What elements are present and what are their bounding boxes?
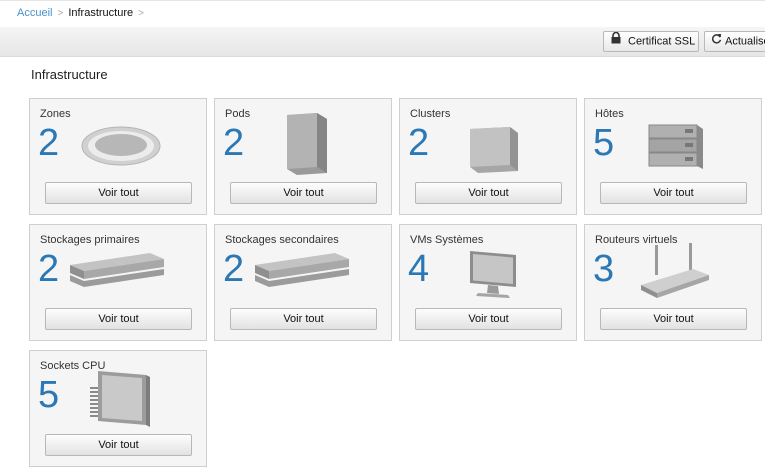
card-secondary-storage: Stockages secondaires 2 Voir tout xyxy=(214,224,392,341)
view-all-button[interactable]: Voir tout xyxy=(415,182,562,204)
cluster-icon xyxy=(464,123,522,180)
card-hosts: Hôtes 5 Voir tout xyxy=(584,98,762,215)
card-label: Clusters xyxy=(410,108,451,120)
card-label: Sockets CPU xyxy=(40,360,106,372)
view-all-button[interactable]: Voir tout xyxy=(45,308,192,330)
card-label: Zones xyxy=(40,108,71,120)
breadcrumb-home-link[interactable]: Accueil xyxy=(17,7,52,19)
lock-icon xyxy=(610,31,622,51)
card-system-vms: VMs Systèmes 4 Voir tout xyxy=(399,224,577,341)
host-icon xyxy=(645,121,707,178)
pod-icon xyxy=(283,111,333,182)
card-count: 5 xyxy=(38,374,60,416)
view-all-button[interactable]: Voir tout xyxy=(45,434,192,456)
zone-icon xyxy=(80,125,162,172)
breadcrumb-separator: > xyxy=(57,8,64,19)
card-cpu-sockets: 5 Sockets CPU Voir tout xyxy=(29,350,207,467)
card-count: 5 xyxy=(593,122,615,164)
card-label: Hôtes xyxy=(595,108,624,120)
card-count: 2 xyxy=(38,248,60,290)
card-primary-storage: Stockages primaires 2 Voir tout xyxy=(29,224,207,341)
view-all-button[interactable]: Voir tout xyxy=(230,182,377,204)
card-count: 2 xyxy=(223,248,245,290)
ssl-certificate-label: Certificat SSL xyxy=(628,35,696,48)
refresh-button[interactable]: Actualiser xyxy=(704,31,765,52)
refresh-icon xyxy=(711,32,722,51)
toolbar: Certificat SSL Actualiser xyxy=(0,27,765,57)
card-count: 2 xyxy=(408,122,430,164)
page-title: Infrastructure xyxy=(31,67,108,82)
card-label: Pods xyxy=(225,108,251,120)
ssl-certificate-button[interactable]: Certificat SSL xyxy=(603,31,699,52)
card-zones: Zones 2 Voir tout xyxy=(29,98,207,215)
secondary-storage-icon xyxy=(251,249,351,294)
card-label: Stockages primaires xyxy=(40,234,140,246)
card-clusters: Clusters 2 Voir tout xyxy=(399,98,577,215)
primary-storage-icon xyxy=(66,249,166,294)
card-count: 2 xyxy=(223,122,245,164)
cpu-socket-icon xyxy=(88,365,158,436)
view-all-button[interactable]: Voir tout xyxy=(600,182,747,204)
card-count: 2 xyxy=(38,122,60,164)
breadcrumb: Accueil > Infrastructure > xyxy=(0,0,765,27)
view-all-button[interactable]: Voir tout xyxy=(415,308,562,330)
card-label: VMs Systèmes xyxy=(410,234,484,246)
view-all-button[interactable]: Voir tout xyxy=(600,308,747,330)
system-vm-icon xyxy=(466,247,522,306)
virtual-router-icon xyxy=(637,241,713,308)
card-label: Stockages secondaires xyxy=(225,234,339,246)
card-count: 4 xyxy=(408,248,430,290)
breadcrumb-separator-trailing: > xyxy=(138,8,144,19)
view-all-button[interactable]: Voir tout xyxy=(230,308,377,330)
view-all-button[interactable]: Voir tout xyxy=(45,182,192,204)
breadcrumb-current[interactable]: Infrastructure xyxy=(68,7,133,19)
card-count: 3 xyxy=(593,248,615,290)
refresh-label: Actualiser xyxy=(725,35,765,48)
card-pods: Pods 2 Voir tout xyxy=(214,98,392,215)
card-virtual-routers: Routeurs virtuels 3 Voir tout xyxy=(584,224,762,341)
